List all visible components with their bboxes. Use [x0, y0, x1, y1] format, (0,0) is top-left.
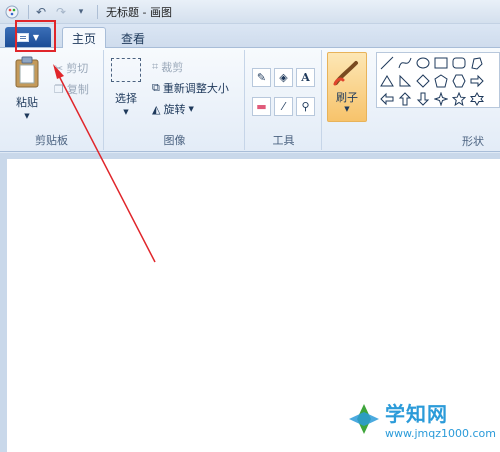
- watermark-logo-icon: [349, 404, 379, 434]
- annotation-arrow: [53, 64, 156, 263]
- watermark: 学知网 www.jmqz1000.com: [347, 398, 496, 440]
- paint-window: ↶ ↷ ▾ 无标题 - 画图 ▼ 主页 查看 粘贴 ▼ ✂ 剪切 ❐ 复制 剪贴…: [0, 0, 500, 452]
- watermark-url: www.jmqz1000.com: [385, 427, 496, 440]
- watermark-title: 学知网: [385, 402, 448, 426]
